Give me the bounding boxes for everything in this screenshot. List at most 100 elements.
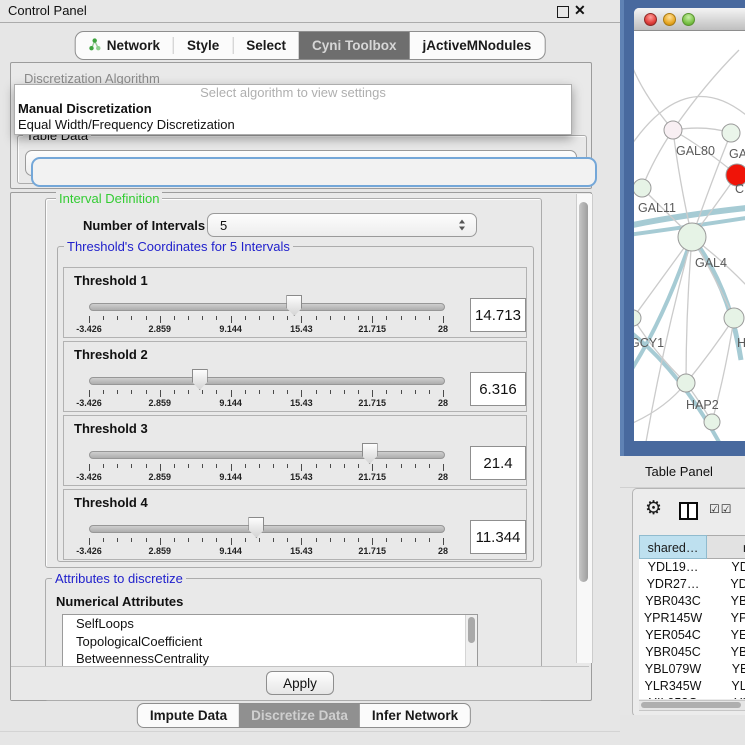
tick-mark <box>259 390 260 394</box>
tab-impute-data[interactable]: Impute Data <box>138 704 239 727</box>
attributes-list-scrollbar[interactable] <box>465 615 477 667</box>
network-edge <box>673 50 739 130</box>
table-row[interactable]: YBR043CYBR0 <box>639 593 745 610</box>
tick-mark <box>188 316 189 320</box>
tick-mark <box>188 538 189 542</box>
split-columns-icon[interactable] <box>679 502 698 520</box>
slider-track[interactable] <box>89 303 445 311</box>
option-manual-discretization[interactable]: Manual Discretization <box>15 101 571 117</box>
network-node[interactable] <box>724 308 744 328</box>
tick-mark <box>131 316 132 320</box>
table-row[interactable]: YER054CYER0 <box>639 627 745 644</box>
tick-mark <box>415 464 416 468</box>
table-rows: YDL19…YDL1YDR27…YDR2YBR043CYBR0YPR145WYP… <box>639 559 745 699</box>
tick-mark <box>202 316 203 320</box>
tick-label: 2.859 <box>149 546 172 556</box>
tick-mark <box>245 316 246 320</box>
algorithm-combobox[interactable] <box>31 157 597 187</box>
tab-cyni-toolbox[interactable]: Cyni Toolbox <box>299 32 410 59</box>
table-horizontal-scrollbar[interactable] <box>639 700 745 711</box>
tick-mark <box>273 464 274 468</box>
network-canvas[interactable]: GAL80GACGAL11GAL4GCY1HHAP2 <box>634 30 745 441</box>
table-row[interactable]: YLR345WYLR3 <box>639 678 745 695</box>
table-row[interactable]: YDL19…YDL1 <box>639 559 745 576</box>
attribute-item[interactable]: TopologicalCoefficient <box>63 633 477 651</box>
panel-title: Control Panel <box>8 3 87 18</box>
network-edge <box>642 130 673 188</box>
scrollbar-thumb[interactable] <box>579 202 588 582</box>
threshold-value-field[interactable]: 11.344 <box>470 520 526 554</box>
tab-label: Network <box>107 38 160 53</box>
tick-mark <box>259 538 260 542</box>
tab-jactivemnodules[interactable]: jActiveMNodules <box>410 32 545 59</box>
minimize-traffic-light[interactable] <box>663 13 676 26</box>
network-node[interactable] <box>678 223 706 251</box>
close-icon[interactable]: ✕ <box>574 2 586 19</box>
attribute-item[interactable]: SelfLoops <box>63 615 477 633</box>
table-cell: YER054C <box>639 627 707 644</box>
close-traffic-light[interactable] <box>644 13 657 26</box>
tick-mark <box>89 390 90 397</box>
network-node[interactable] <box>722 124 740 142</box>
slider-thumb[interactable] <box>286 295 302 316</box>
network-node[interactable] <box>664 121 682 139</box>
attribute-item[interactable]: BetweennessCentrality <box>63 650 477 668</box>
tab-label: jActiveMNodules <box>423 38 532 53</box>
settings-vertical-scrollbar[interactable] <box>576 194 593 663</box>
number-of-intervals-combobox[interactable]: 5 <box>207 213 477 237</box>
scrollbar-thumb[interactable] <box>641 702 741 708</box>
apply-button[interactable]: Apply <box>266 671 334 695</box>
column-header-name[interactable]: n <box>707 535 745 559</box>
table-cell: YPR145W <box>639 610 707 627</box>
tab-label: Select <box>246 38 286 53</box>
tick-mark <box>330 390 331 394</box>
slider-track[interactable] <box>89 451 445 459</box>
gear-icon[interactable]: ⚙ <box>645 497 662 519</box>
tick-mark <box>117 390 118 394</box>
slider-track[interactable] <box>89 377 445 385</box>
threshold-row: Threshold 4-3.4262.8599.14415.4321.71528… <box>63 489 527 560</box>
table-row[interactable]: YIL053CYIL0 <box>639 695 745 699</box>
tab-label: Infer Network <box>372 708 458 723</box>
tab-network[interactable]: Network <box>76 32 173 59</box>
float-window-icon[interactable] <box>557 6 569 18</box>
tick-mark <box>188 390 189 394</box>
bottom-tab-bar: Impute Data Discretize Data Infer Networ… <box>137 703 471 728</box>
tick-mark <box>344 464 345 468</box>
slider-thumb[interactable] <box>248 517 264 538</box>
tick-label: 28 <box>438 546 448 556</box>
slider-thumb[interactable] <box>192 369 208 390</box>
tab-select[interactable]: Select <box>233 32 299 59</box>
zoom-traffic-light[interactable] <box>682 13 695 26</box>
tick-mark <box>386 390 387 394</box>
right-background <box>620 715 745 745</box>
slider-track[interactable] <box>89 525 445 533</box>
numerical-attributes-list[interactable]: SelfLoopsTopologicalCoefficientBetweenne… <box>62 614 478 668</box>
tab-style[interactable]: Style <box>174 32 232 59</box>
threshold-value-field[interactable]: 14.713 <box>470 298 526 332</box>
tick-mark <box>372 538 373 545</box>
threshold-value-field[interactable]: 21.4 <box>470 446 526 480</box>
network-node[interactable] <box>704 414 720 430</box>
network-node[interactable] <box>634 310 641 326</box>
option-equal-width-frequency[interactable]: Equal Width/Frequency Discretization <box>15 117 571 133</box>
tick-mark <box>443 538 444 545</box>
checkbox-icons[interactable]: ☑☑ <box>709 502 733 516</box>
table-row[interactable]: YPR145WYPR1 <box>639 610 745 627</box>
table-row[interactable]: YBL079WYBL0 <box>639 661 745 678</box>
tab-infer-network[interactable]: Infer Network <box>360 704 470 727</box>
tab-discretize-data[interactable]: Discretize Data <box>239 704 360 727</box>
column-header-shared-name[interactable]: shared… <box>639 535 707 559</box>
intervals-value: 5 <box>218 218 227 233</box>
slider-thumb[interactable] <box>362 443 378 464</box>
threshold-value-field[interactable]: 6.316 <box>470 372 526 406</box>
tick-mark <box>301 538 302 545</box>
tick-label: 28 <box>438 324 448 334</box>
tick-label: -3.426 <box>76 324 102 334</box>
network-node[interactable] <box>677 374 695 392</box>
table-row[interactable]: YDR27…YDR2 <box>639 576 745 593</box>
network-window-titlebar[interactable] <box>634 8 745 31</box>
tick-mark <box>429 464 430 468</box>
table-row[interactable]: YBR045CYBR0 <box>639 644 745 661</box>
network-node[interactable] <box>634 179 651 197</box>
